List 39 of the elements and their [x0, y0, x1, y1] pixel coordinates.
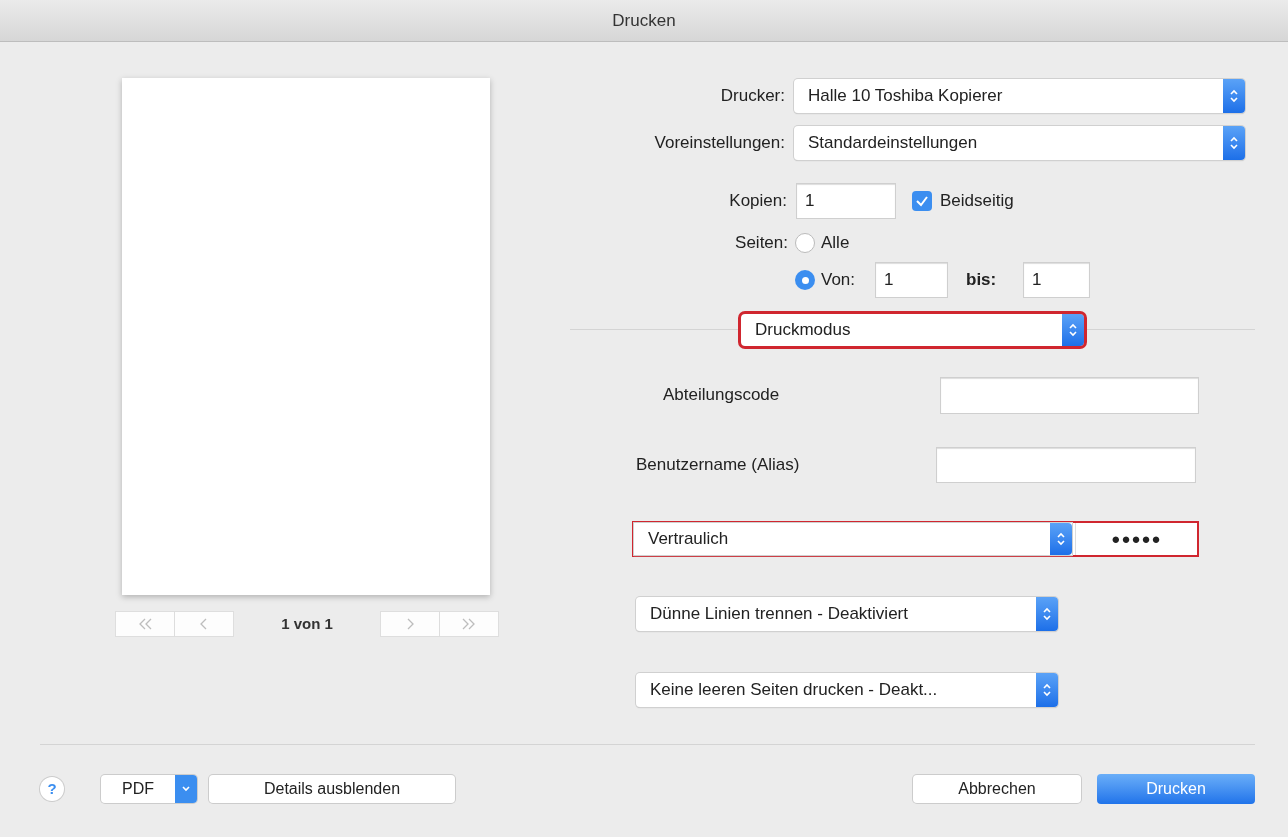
- input-field[interactable]: 1: [1023, 262, 1090, 298]
- field-label: Benutzername (Alias): [635, 453, 801, 476]
- input-field[interactable]: 1: [796, 183, 896, 219]
- radio-label: Alle: [821, 232, 850, 255]
- pdf-button[interactable]: PDF: [101, 775, 197, 803]
- stepper-icon: [1062, 314, 1084, 346]
- popup-menu[interactable]: Keine leeren Seiten drucken - Deakt...: [636, 673, 1058, 707]
- cancel-button[interactable]: Abbrechen: [913, 775, 1081, 803]
- popup-menu[interactable]: Dünne Linien trennen - Deaktiviert: [636, 597, 1058, 631]
- details-button[interactable]: Details ausblenden: [209, 775, 455, 803]
- double-chevron-left-icon: [137, 616, 153, 632]
- double-chevron-right-icon: [461, 616, 477, 632]
- stepper-icon: [1036, 673, 1058, 707]
- popup-menu[interactable]: Halle 10 Toshiba Kopierer: [794, 79, 1245, 113]
- copies-label: Kopien:: [728, 190, 788, 213]
- to-label: bis:: [966, 269, 998, 292]
- radio-label: Von:: [821, 269, 857, 292]
- popup-menu[interactable]: Druckmodus: [741, 314, 1084, 346]
- password-field[interactable]: ●●●●●: [1075, 523, 1197, 555]
- checkbox[interactable]: [912, 191, 932, 211]
- stepper-icon: [1036, 597, 1058, 631]
- two-sided-label: Beidseitig: [940, 190, 1014, 213]
- input-field[interactable]: [936, 446, 1196, 483]
- printer-label: Drucker:: [719, 85, 786, 108]
- checkmark-icon: [915, 194, 929, 208]
- stepper-icon: [1223, 126, 1245, 160]
- input-field[interactable]: [940, 376, 1199, 414]
- page-counter: 1 von 1: [280, 613, 334, 634]
- popup-menu[interactable]: Vertraulich: [634, 523, 1072, 555]
- input-field[interactable]: 1: [875, 262, 948, 298]
- stepper-icon: [1223, 79, 1245, 113]
- popup-menu[interactable]: Standardeinstellungen: [794, 126, 1245, 160]
- radio-button[interactable]: [795, 270, 815, 290]
- window-title: Drucken: [612, 9, 676, 32]
- radio-button[interactable]: [795, 233, 815, 253]
- presets-label: Voreinstellungen:: [653, 132, 786, 155]
- pages-label: Seiten:: [734, 232, 789, 255]
- field-label: Abteilungscode: [662, 384, 781, 407]
- chevron-down-icon: [175, 775, 197, 803]
